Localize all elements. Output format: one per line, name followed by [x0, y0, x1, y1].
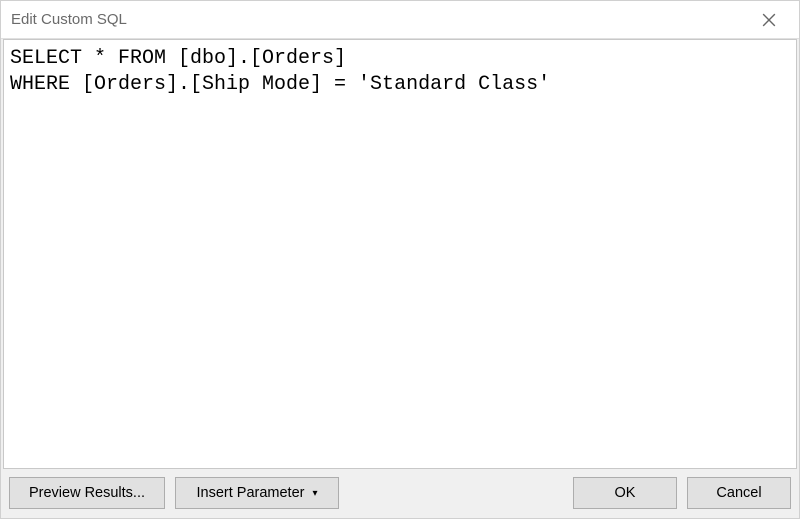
chevron-down-icon: ▾	[312, 489, 317, 499]
sql-editor[interactable]: SELECT * FROM [dbo].[Orders] WHERE [Orde…	[10, 46, 790, 462]
dialog-button-row: Preview Results... Insert Parameter ▾ OK…	[1, 469, 799, 517]
sql-editor-container: SELECT * FROM [dbo].[Orders] WHERE [Orde…	[3, 39, 797, 469]
close-button[interactable]	[751, 6, 787, 34]
ok-button[interactable]: OK	[573, 477, 677, 509]
insert-parameter-button[interactable]: Insert Parameter ▾	[175, 477, 339, 509]
dialog-title: Edit Custom SQL	[11, 11, 127, 28]
insert-parameter-label: Insert Parameter	[196, 485, 304, 501]
close-icon	[762, 13, 776, 27]
titlebar: Edit Custom SQL	[1, 1, 799, 39]
preview-results-button[interactable]: Preview Results...	[9, 477, 165, 509]
cancel-button[interactable]: Cancel	[687, 477, 791, 509]
